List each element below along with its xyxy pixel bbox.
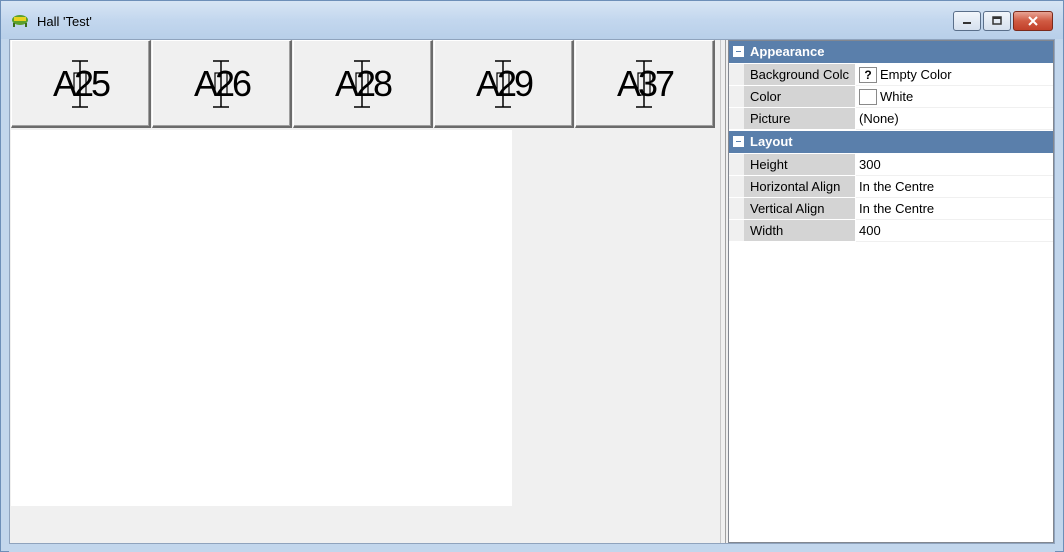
category-label: Layout xyxy=(750,134,793,149)
seat-button-a26[interactable]: A26 xyxy=(152,40,292,128)
property-value-text: White xyxy=(880,89,914,104)
seat-strip: A25 A26 A28 A29 A37 xyxy=(11,40,716,128)
property-name: Color xyxy=(729,86,855,108)
seat-button-a25[interactable]: A25 xyxy=(11,40,151,128)
seat-label: A37 xyxy=(616,63,675,104)
client-area: A25 A26 A28 A29 A37 Appearance Backgroun… xyxy=(9,39,1055,544)
property-row-horizontal-align[interactable]: Horizontal Align In the Centre xyxy=(729,176,1053,198)
property-row-background-color[interactable]: Background Colc ? Empty Color xyxy=(729,64,1053,86)
maximize-icon xyxy=(992,16,1002,25)
seat-button-a37[interactable]: A37 xyxy=(575,40,715,128)
maximize-button[interactable] xyxy=(983,11,1011,31)
property-value[interactable]: ? Empty Color xyxy=(856,64,1053,86)
minimize-button[interactable] xyxy=(953,11,981,31)
hall-app-icon xyxy=(12,15,28,27)
collapse-icon[interactable] xyxy=(733,46,744,57)
property-value[interactable]: White xyxy=(856,86,1053,108)
color-swatch xyxy=(859,88,877,105)
property-name: Horizontal Align xyxy=(729,176,855,198)
close-icon xyxy=(1028,16,1038,26)
property-row-color[interactable]: Color White xyxy=(729,86,1053,108)
property-grid: Appearance Background Colc ? Empty Color … xyxy=(728,40,1054,543)
category-label: Appearance xyxy=(750,44,825,59)
minimize-icon xyxy=(963,22,971,24)
property-name: Vertical Align xyxy=(729,198,855,220)
seat-label: A28 xyxy=(334,63,393,104)
seat-label: A25 xyxy=(52,63,111,104)
property-value[interactable]: (None) xyxy=(856,108,1053,130)
property-name: Height xyxy=(729,154,855,176)
category-appearance[interactable]: Appearance xyxy=(729,41,1053,63)
pane-splitter[interactable] xyxy=(720,40,726,543)
property-name: Picture xyxy=(729,108,855,130)
property-value[interactable]: In the Centre xyxy=(856,176,1053,198)
property-row-picture[interactable]: Picture (None) xyxy=(729,108,1053,130)
category-layout[interactable]: Layout xyxy=(729,131,1053,153)
close-button[interactable] xyxy=(1013,11,1053,31)
window-bottom-border xyxy=(9,544,1055,552)
property-value-text: Empty Color xyxy=(880,67,952,82)
property-row-height[interactable]: Height 300 xyxy=(729,154,1053,176)
property-row-width[interactable]: Width 400 xyxy=(729,220,1053,242)
property-value[interactable]: 300 xyxy=(856,154,1053,176)
seat-label: A29 xyxy=(475,63,534,104)
seat-button-a28[interactable]: A28 xyxy=(293,40,433,128)
property-name: Width xyxy=(729,220,855,242)
collapse-icon[interactable] xyxy=(733,136,744,147)
property-row-vertical-align[interactable]: Vertical Align In the Centre xyxy=(729,198,1053,220)
title-bar[interactable]: Hall 'Test' xyxy=(1,1,1063,39)
hall-canvas[interactable] xyxy=(11,130,512,506)
property-value[interactable]: 400 xyxy=(856,220,1053,242)
window-title: Hall 'Test' xyxy=(37,14,92,29)
property-value[interactable]: In the Centre xyxy=(856,198,1053,220)
hall-editor-pane: A25 A26 A28 A29 A37 xyxy=(10,40,720,543)
hall-window: Hall 'Test' A25 A26 A28 A29 A37 Appearan… xyxy=(0,0,1064,552)
property-name: Background Colc xyxy=(729,64,855,86)
seat-label: A26 xyxy=(193,63,252,104)
seat-button-a29[interactable]: A29 xyxy=(434,40,574,128)
window-controls xyxy=(951,11,1053,31)
color-swatch: ? xyxy=(859,66,877,83)
